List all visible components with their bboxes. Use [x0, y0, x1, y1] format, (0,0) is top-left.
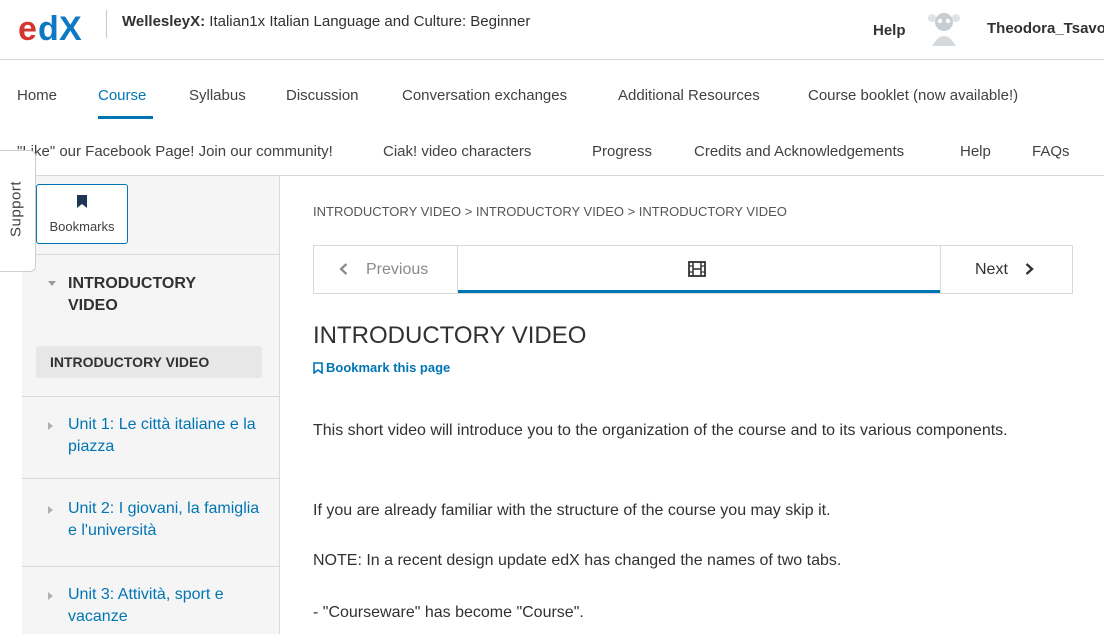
chevron-right-icon — [1025, 263, 1034, 275]
caret-right-icon — [48, 592, 53, 600]
course-content: INTRODUCTORY VIDEO > INTRODUCTORY VIDEO … — [281, 176, 1104, 634]
sequence-navigation: Previous Next — [313, 245, 1073, 294]
subsection-label: INTRODUCTORY VIDEO — [50, 354, 210, 370]
sidebar-divider — [22, 478, 280, 479]
content-paragraph: If you are already familiar with the str… — [313, 502, 831, 519]
section-title: INTRODUCTORY VIDEO — [68, 275, 196, 314]
content-paragraph: This short video will introduce you to t… — [313, 422, 1008, 439]
breadcrumb: INTRODUCTORY VIDEO > INTRODUCTORY VIDEO … — [313, 204, 787, 219]
user-avatar[interactable] — [924, 8, 964, 48]
sequence-tab-video[interactable] — [458, 246, 940, 293]
content-paragraph: - "Courseware" has become "Course". — [313, 604, 584, 621]
tab-discussion[interactable]: Discussion — [286, 87, 359, 104]
tab-facebook[interactable]: "Like" our Facebook Page! Join our commu… — [17, 143, 333, 160]
course-org: WellesleyX: — [122, 13, 206, 30]
support-label: Support — [7, 180, 25, 238]
tab-credits[interactable]: Credits and Acknowledgements — [694, 143, 904, 160]
bookmarks-label: Bookmarks — [49, 219, 115, 234]
next-button[interactable]: Next — [940, 246, 1072, 293]
previous-button[interactable]: Previous — [314, 246, 458, 293]
sidebar-divider — [22, 254, 280, 255]
tab-faqs[interactable]: FAQs — [1032, 143, 1070, 160]
sidebar-divider — [22, 566, 280, 567]
svg-text:X: X — [59, 10, 82, 46]
course-outline-sidebar: Bookmarks INTRODUCTORY VIDEO INTRODUCTOR… — [22, 176, 280, 634]
subsection-introductory-video[interactable]: INTRODUCTORY VIDEO — [36, 346, 262, 378]
content-paragraph: NOTE: In a recent design update edX has … — [313, 552, 842, 569]
active-tab-indicator — [98, 116, 153, 119]
svg-text:d: d — [38, 10, 59, 46]
sidebar-divider — [22, 396, 280, 397]
previous-label: Previous — [366, 261, 429, 278]
next-label: Next — [975, 261, 1008, 278]
page-title: INTRODUCTORY VIDEO — [313, 322, 587, 349]
header-help-link[interactable]: Help — [873, 22, 906, 39]
bookmark-outline-icon — [313, 362, 323, 374]
caret-down-icon — [48, 281, 56, 286]
logo-divider — [106, 10, 107, 38]
caret-right-icon — [48, 506, 53, 514]
tab-course[interactable]: Course — [98, 87, 146, 104]
unit-label: Unit 1: Le città italiane e la piazza — [68, 416, 256, 455]
svg-text:e: e — [18, 10, 37, 46]
tab-progress[interactable]: Progress — [592, 143, 652, 160]
bookmark-this-page-label: Bookmark this page — [326, 360, 451, 375]
film-icon — [688, 261, 706, 277]
site-header: e d X WellesleyX: Italian1x Italian Lang… — [0, 0, 1104, 60]
username[interactable]: Theodora_Tsavo — [987, 20, 1104, 37]
bookmark-this-page-button[interactable]: Bookmark this page — [313, 360, 450, 375]
tab-additional-resources[interactable]: Additional Resources — [618, 87, 760, 104]
caret-right-icon — [48, 422, 53, 430]
course-tabs-row-2: "Like" our Facebook Page! Join our commu… — [0, 129, 1104, 173]
tab-syllabus[interactable]: Syllabus — [189, 87, 246, 104]
course-title: WellesleyX: Italian1x Italian Language a… — [122, 13, 530, 30]
support-tab[interactable]: Support — [0, 150, 36, 272]
tab-conversation-exchanges[interactable]: Conversation exchanges — [402, 87, 567, 104]
course-name: Italian1x Italian Language and Culture: … — [209, 13, 531, 30]
tab-help[interactable]: Help — [960, 143, 991, 160]
course-tabs: Home Course Syllabus Discussion Conversa… — [0, 61, 1104, 176]
bookmarks-button[interactable]: Bookmarks — [36, 184, 128, 244]
tab-ciak-video-characters[interactable]: Ciak! video characters — [383, 143, 531, 160]
tab-course-booklet[interactable]: Course booklet (now available!) — [808, 87, 1018, 104]
unit-label: Unit 2: I giovani, la famiglia e l'unive… — [68, 500, 260, 539]
unit-label: Unit 3: Attività, sport e vacanze — [68, 586, 224, 625]
course-tabs-row-1: Home Course Syllabus Discussion Conversa… — [0, 73, 1104, 119]
edx-logo[interactable]: e d X — [18, 10, 94, 46]
bookmark-icon — [77, 195, 87, 208]
chevron-left-icon — [339, 263, 348, 275]
tab-home[interactable]: Home — [17, 87, 57, 104]
